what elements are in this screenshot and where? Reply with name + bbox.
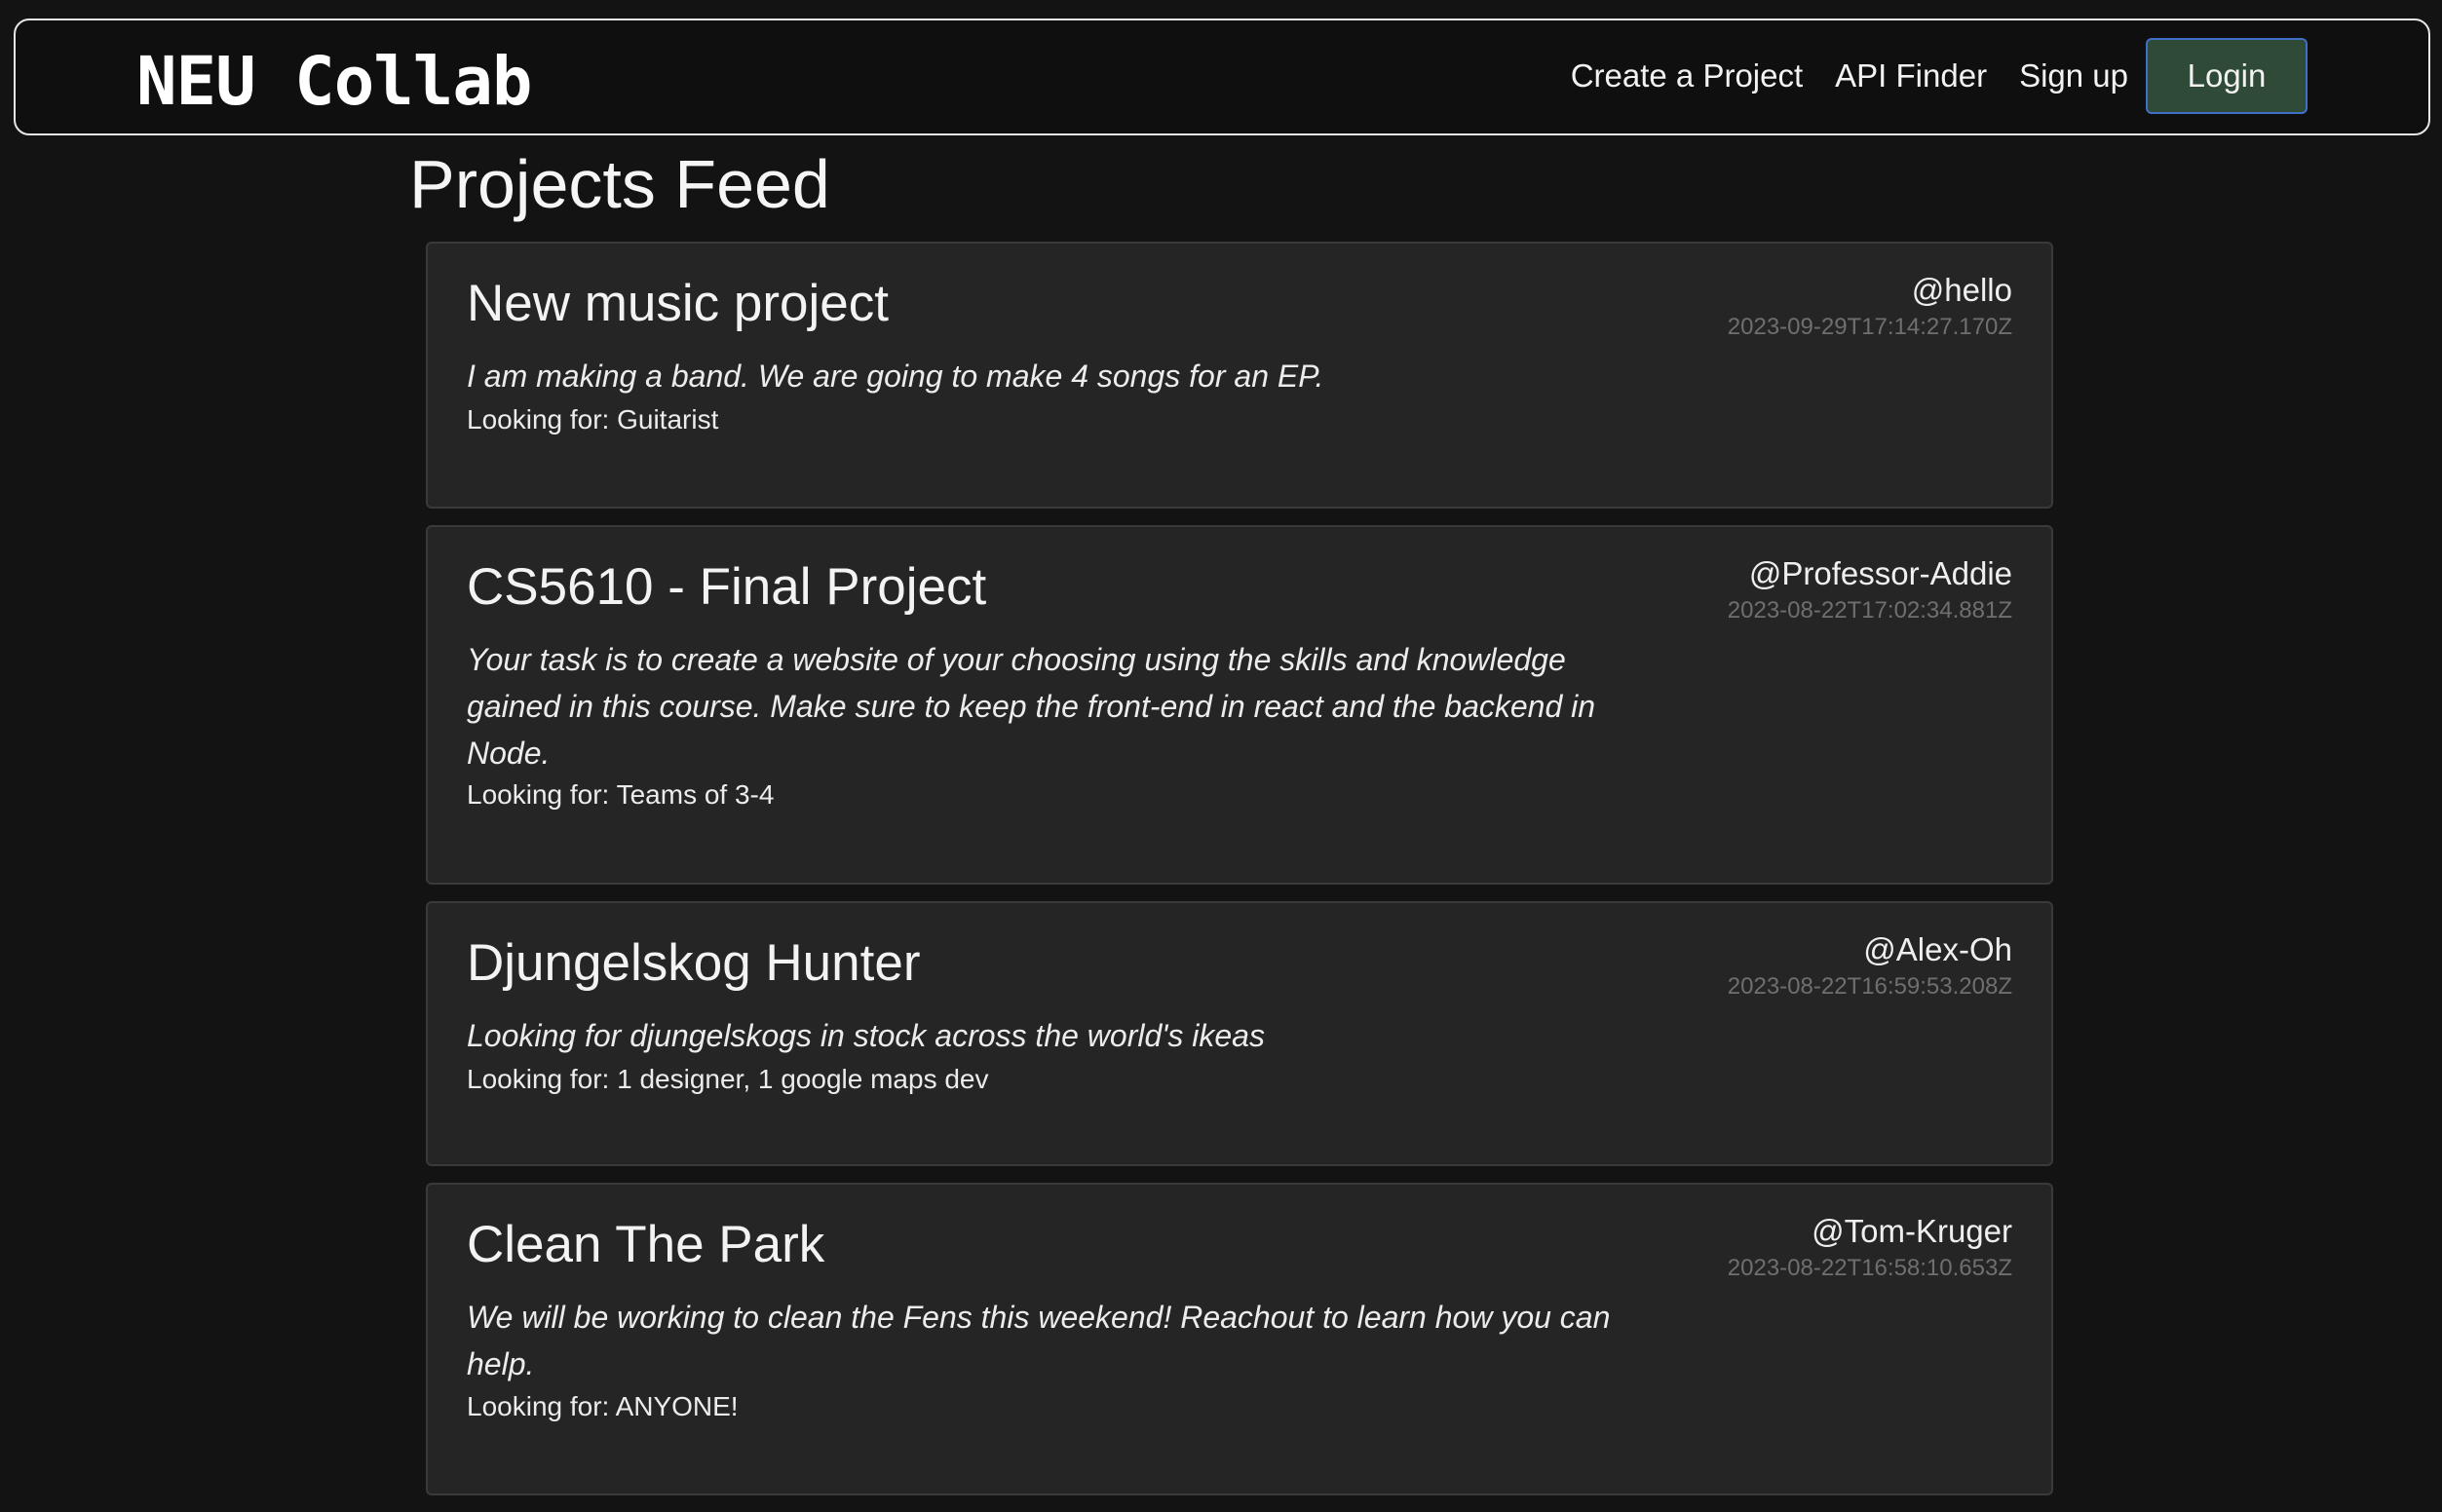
project-description: Looking for djungelskogs in stock across… [467,1018,1265,1053]
project-title: New music project [467,275,889,332]
nav-create-project-link[interactable]: Create a Project [1571,57,1803,94]
project-author[interactable]: @Professor-Addie [1749,554,2012,593]
project-timestamp: 2023-08-22T16:59:53.208Z [1727,973,2012,1000]
looking-for-label: Looking for: [467,404,618,435]
project-author[interactable]: @Alex-Oh [1863,930,2012,969]
nav-sign-up-link[interactable]: Sign up [2019,57,2128,94]
project-description: We will be working to clean the Fens thi… [467,1300,1611,1381]
looking-for-value: Teams of 3-4 [616,779,775,810]
looking-for-label: Looking for: [467,1064,618,1094]
projects-feed: New music project I am making a band. We… [426,242,2053,1512]
project-timestamp: 2023-09-29T17:14:27.170Z [1727,314,2012,340]
nav-api-finder-link[interactable]: API Finder [1835,57,1987,94]
looking-for-value: ANYONE! [615,1391,739,1421]
project-card[interactable]: New music project I am making a band. We… [426,242,2053,509]
project-title: CS5610 - Final Project [467,558,987,616]
looking-for-value: 1 designer, 1 google maps dev [617,1064,989,1094]
navbar: NEU Collab Create a Project API Finder S… [14,19,2430,135]
looking-for-label: Looking for: [467,779,617,810]
project-title: Djungelskog Hunter [467,934,921,992]
project-card[interactable]: CS5610 - Final Project Your task is to c… [426,525,2053,885]
project-card[interactable]: Clean The Park We will be working to cle… [426,1183,2053,1495]
project-title: Clean The Park [467,1216,825,1273]
login-button[interactable]: Login [2146,38,2308,114]
project-description: I am making a band. We are going to make… [467,359,1324,394]
project-looking-for: Looking for: 1 designer, 1 google maps d… [467,1062,989,1097]
nav-links: Create a Project API Finder Sign up Logi… [1571,38,2308,114]
looking-for-value: Guitarist [617,404,719,435]
project-author[interactable]: @Tom-Kruger [1812,1212,2012,1251]
project-timestamp: 2023-08-22T16:58:10.653Z [1727,1255,2012,1281]
project-looking-for: Looking for: ANYONE! [467,1389,739,1424]
project-card[interactable]: Djungelskog Hunter Looking for djungelsk… [426,901,2053,1166]
looking-for-label: Looking for: [467,1391,616,1421]
project-author[interactable]: @hello [1912,271,2012,310]
page-title: Projects Feed [409,146,830,222]
project-looking-for: Looking for: Teams of 3-4 [467,777,774,813]
project-looking-for: Looking for: Guitarist [467,402,718,437]
project-description: Your task is to create a website of your… [467,642,1596,771]
project-timestamp: 2023-08-22T17:02:34.881Z [1727,597,2012,624]
brand-logo[interactable]: NEU Collab [136,43,532,121]
